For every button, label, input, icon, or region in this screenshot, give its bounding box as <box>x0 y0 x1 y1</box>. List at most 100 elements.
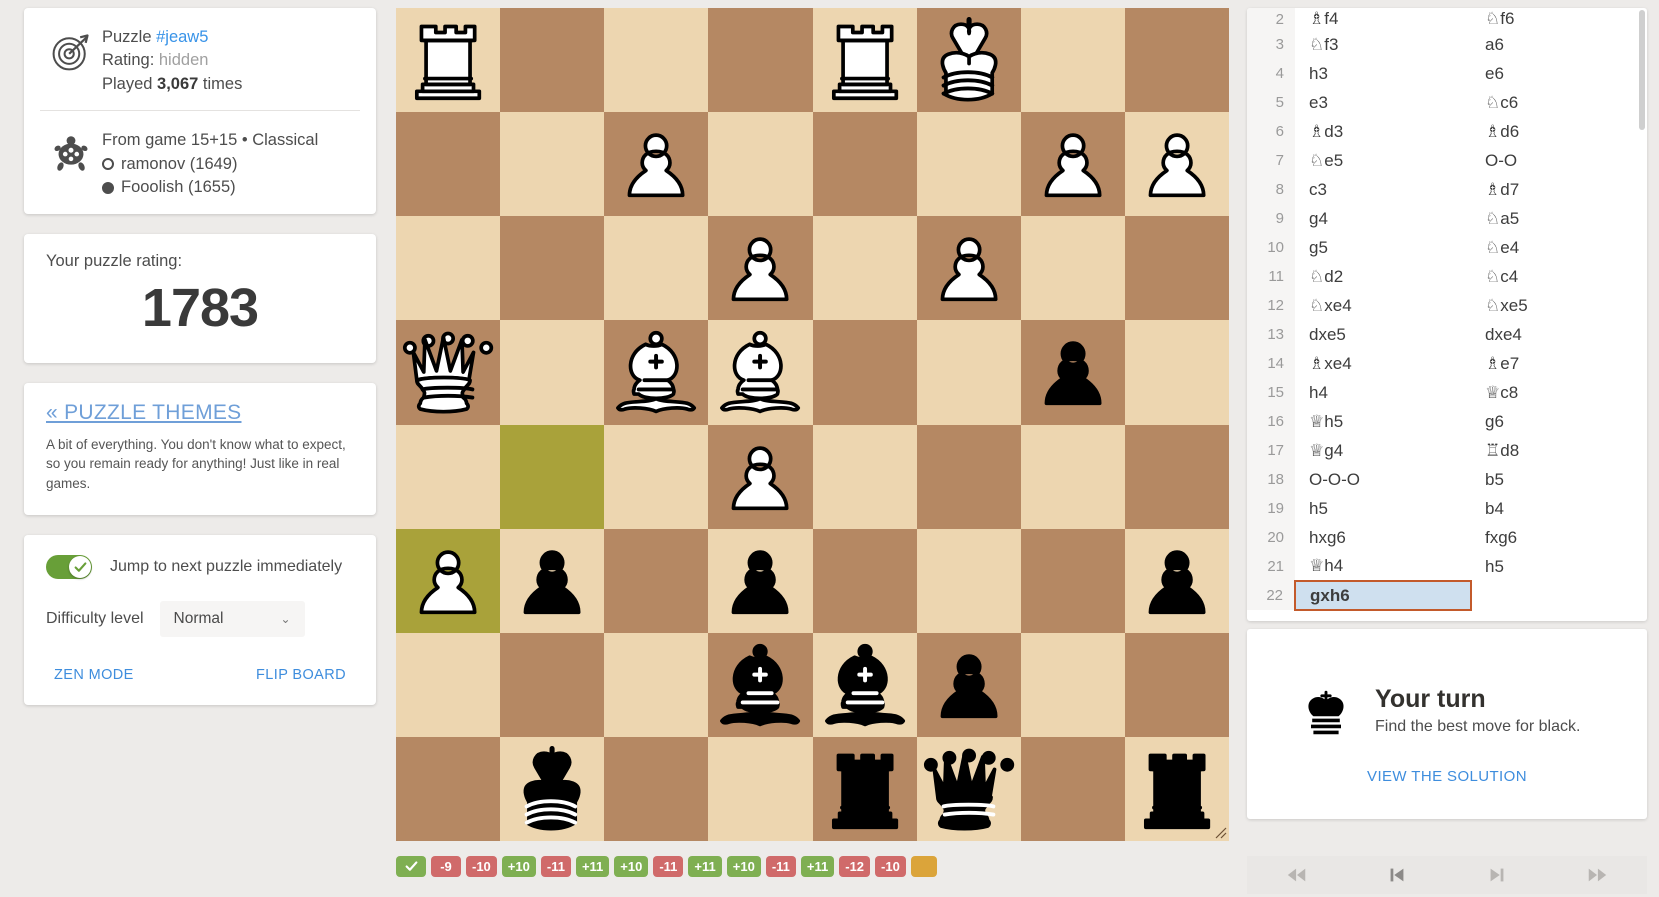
move-white-6[interactable]: ♗d3 <box>1295 117 1471 146</box>
board-square-g3[interactable] <box>500 216 605 321</box>
flip-board-button[interactable]: FLIP BOARD <box>256 667 346 683</box>
move-list-scrollbar[interactable] <box>1639 10 1645 130</box>
move-white-9[interactable]: g4 <box>1295 204 1471 233</box>
board-square-g4[interactable] <box>500 320 605 425</box>
piece-black-R-d8[interactable] <box>813 737 917 841</box>
view-solution-button[interactable]: VIEW THE SOLUTION <box>1367 768 1527 785</box>
piece-black-P-b4[interactable] <box>1021 320 1125 424</box>
move-black-4[interactable]: e6 <box>1471 59 1647 88</box>
move-white-10[interactable]: g5 <box>1295 233 1471 262</box>
move-list-scroll[interactable]: 2 ♗f4 ♘f6 3 ♘f3 a6 4 h3 e6 5 e3 ♘c6 6 ♗d3 ♗d6 7 ♘e5 O-O 8 c… <box>1247 8 1647 621</box>
first-move-button[interactable] <box>1275 860 1319 890</box>
piece-white-P-c3[interactable] <box>917 216 1021 320</box>
history-chip-11[interactable]: +11 <box>800 856 835 877</box>
piece-white-P-e3[interactable] <box>708 216 812 320</box>
piece-black-R-a8[interactable] <box>1125 737 1229 841</box>
move-white-22[interactable]: gxh6 <box>1294 580 1472 611</box>
previous-move-button[interactable] <box>1375 860 1419 890</box>
board-square-c4[interactable] <box>916 320 1021 425</box>
move-white-12[interactable]: ♘xe4 <box>1295 291 1471 320</box>
board-square-b5[interactable] <box>1020 424 1125 529</box>
piece-white-R-d1[interactable] <box>813 8 917 112</box>
last-move-button[interactable] <box>1575 860 1619 890</box>
board-square-h3[interactable] <box>396 216 501 321</box>
board-square-c2[interactable] <box>916 112 1021 217</box>
move-black-13[interactable]: dxe4 <box>1471 320 1647 349</box>
move-white-4[interactable]: h3 <box>1295 59 1471 88</box>
board-square-b3[interactable] <box>1020 216 1125 321</box>
board-square-a6[interactable]: 6 <box>1124 528 1229 633</box>
move-white-16[interactable]: ♕h5 <box>1295 407 1471 436</box>
move-black-8[interactable]: ♗d7 <box>1471 175 1647 204</box>
board-square-e4[interactable] <box>708 320 813 425</box>
move-black-12[interactable]: ♘xe5 <box>1471 291 1647 320</box>
piece-black-B-d7[interactable] <box>813 633 917 737</box>
board-square-h6[interactable] <box>396 528 501 633</box>
board-square-g5[interactable] <box>500 424 605 529</box>
puzzle-id-link[interactable]: #jeaw5 <box>156 28 208 46</box>
board-square-f7[interactable] <box>604 632 709 737</box>
piece-white-P-b2[interactable] <box>1021 112 1125 216</box>
history-chip-0[interactable] <box>396 856 426 877</box>
move-black-7[interactable]: O-O <box>1471 146 1647 175</box>
piece-black-P-a6[interactable] <box>1125 529 1229 633</box>
history-chip-8[interactable]: +11 <box>688 856 722 877</box>
board-square-h4[interactable] <box>396 320 501 425</box>
history-chip-5[interactable]: +11 <box>575 856 610 877</box>
board-square-e7[interactable] <box>708 632 813 737</box>
piece-white-P-h6[interactable] <box>396 529 500 633</box>
history-chip-4[interactable]: -11 <box>540 856 571 877</box>
piece-black-P-c7[interactable] <box>917 633 1021 737</box>
move-black-19[interactable]: b4 <box>1471 494 1647 523</box>
board-square-c3[interactable] <box>916 216 1021 321</box>
difficulty-select[interactable]: Normal ⌄ <box>159 601 305 638</box>
board-square-g6[interactable] <box>500 528 605 633</box>
board-square-b8[interactable]: b <box>1020 736 1125 841</box>
move-white-14[interactable]: ♗xe4 <box>1295 349 1471 378</box>
board-square-a4[interactable]: 4 <box>1124 320 1229 425</box>
board-square-e2[interactable] <box>708 112 813 217</box>
history-chip-9[interactable]: +10 <box>726 856 761 877</box>
board-square-e1[interactable] <box>708 8 813 113</box>
board-square-f8[interactable]: f <box>604 736 709 841</box>
piece-white-P-e5[interactable] <box>708 425 812 529</box>
move-white-8[interactable]: c3 <box>1295 175 1471 204</box>
board-square-e6[interactable] <box>708 528 813 633</box>
move-white-17[interactable]: ♕g4 <box>1295 436 1471 465</box>
board-square-h7[interactable] <box>396 632 501 737</box>
history-chip-10[interactable]: -11 <box>765 856 796 877</box>
next-move-button[interactable] <box>1475 860 1519 890</box>
board-square-f3[interactable] <box>604 216 709 321</box>
board-square-e8[interactable]: e <box>708 736 813 841</box>
move-black-9[interactable]: ♘a5 <box>1471 204 1647 233</box>
move-black-14[interactable]: ♗e7 <box>1471 349 1647 378</box>
move-black-2[interactable]: ♘f6 <box>1471 8 1647 30</box>
board-square-d4[interactable] <box>812 320 917 425</box>
history-chip-12[interactable]: -12 <box>839 856 871 877</box>
move-white-7[interactable]: ♘e5 <box>1295 146 1471 175</box>
move-black-18[interactable]: b5 <box>1471 465 1647 494</box>
board-square-f1[interactable] <box>604 8 709 113</box>
piece-black-K-g8[interactable] <box>500 737 604 841</box>
board-square-d2[interactable] <box>812 112 917 217</box>
board-square-a7[interactable]: 7 <box>1124 632 1229 737</box>
board-square-f4[interactable] <box>604 320 709 425</box>
board-square-g1[interactable] <box>500 8 605 113</box>
board-square-f2[interactable] <box>604 112 709 217</box>
move-black-3[interactable]: a6 <box>1471 30 1647 59</box>
move-black-10[interactable]: ♘e4 <box>1471 233 1647 262</box>
chess-board[interactable]: 1234567hgfedcb8a <box>396 8 1229 841</box>
move-white-3[interactable]: ♘f3 <box>1295 30 1471 59</box>
board-square-d8[interactable]: d <box>812 736 917 841</box>
board-square-a8[interactable]: 8a <box>1124 736 1229 841</box>
piece-white-B-e4[interactable] <box>708 320 812 424</box>
move-black-16[interactable]: g6 <box>1471 407 1647 436</box>
piece-black-P-g6[interactable] <box>500 529 604 633</box>
move-white-5[interactable]: e3 <box>1295 88 1471 117</box>
board-square-h5[interactable] <box>396 424 501 529</box>
move-black-11[interactable]: ♘c4 <box>1471 262 1647 291</box>
board-square-f6[interactable] <box>604 528 709 633</box>
piece-white-B-f4[interactable] <box>604 320 708 424</box>
move-black-17[interactable]: ♖d8 <box>1471 436 1647 465</box>
board-square-d3[interactable] <box>812 216 917 321</box>
